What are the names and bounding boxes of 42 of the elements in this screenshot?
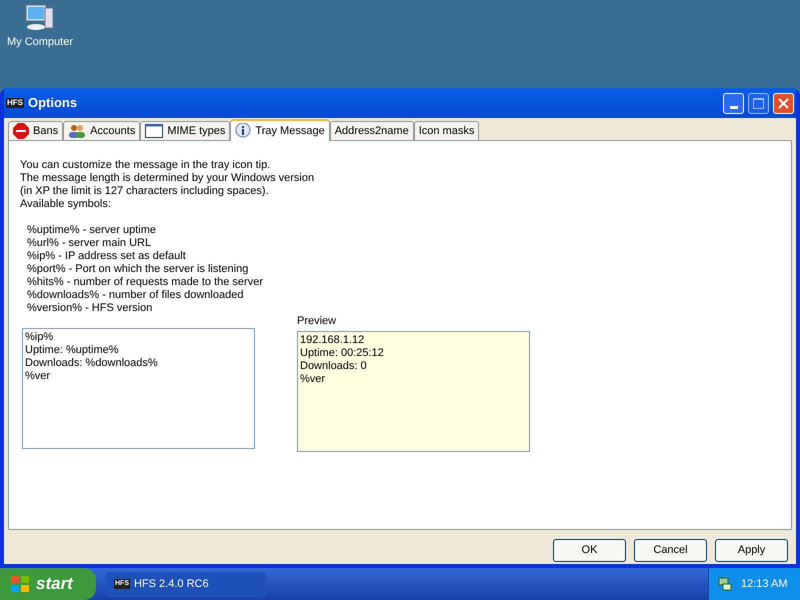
network-icon[interactable] xyxy=(717,576,733,592)
symbol-description: %url% - server main URL xyxy=(27,237,152,250)
windows-logo-icon xyxy=(10,575,30,593)
preview-line: Downloads: 0 xyxy=(300,360,368,373)
app-badge: HFS xyxy=(6,98,24,108)
clock: 12:13 AM xyxy=(741,576,788,592)
tab[interactable]: MIME types xyxy=(140,121,230,140)
preview-line: 192.168.1.12 xyxy=(300,334,366,347)
preview-line: %ver xyxy=(300,373,326,386)
intro-text: You can customize the message in the tray icon tip. xyxy=(20,159,272,172)
intro-text: The message length is determined by your Windows version xyxy=(20,172,316,185)
minimize-button[interactable] xyxy=(723,92,744,114)
tab[interactable]: Icon masks xyxy=(414,121,480,140)
tab[interactable]: Accounts xyxy=(63,121,140,140)
users-icon xyxy=(68,123,86,139)
symbol-description: %hits% - number of requests made to the server xyxy=(27,276,264,289)
minimize-icon xyxy=(730,106,738,108)
close-button[interactable] xyxy=(773,92,794,114)
desktop-icon-label[interactable]: My Computer xyxy=(6,34,74,50)
tab[interactable]: Bans xyxy=(8,121,64,140)
symbol-description: %version% - HFS version xyxy=(27,302,154,315)
close-icon xyxy=(778,98,789,108)
message-editor[interactable]: %ip% Uptime: %uptime% Downloads: %downloads% %ver xyxy=(22,328,255,449)
dialog-button[interactable]: OK xyxy=(553,539,626,562)
dialog-button[interactable]: Apply xyxy=(715,539,788,562)
tab[interactable]: Address2name xyxy=(330,121,414,140)
preview-label: Preview xyxy=(297,315,338,328)
maximize-button[interactable] xyxy=(748,92,769,114)
symbol-description: %uptime% - server uptime xyxy=(27,224,157,237)
maximize-icon xyxy=(753,98,764,108)
symbol-description: %ip% - IP address set as default xyxy=(27,250,187,263)
intro-text: Available symbols: xyxy=(20,198,112,211)
symbol-description: %downloads% - number of files downloaded xyxy=(27,289,244,302)
info-icon xyxy=(235,123,252,139)
window-title: Options xyxy=(28,94,78,112)
window-icon xyxy=(145,124,164,138)
intro-text: (in XP the limit is 127 characters including spaces). xyxy=(20,185,270,198)
dialog-button[interactable]: Cancel xyxy=(634,539,707,562)
preview-line: Uptime: 00:25:12 xyxy=(300,347,385,360)
symbol-description: %port% - Port on which the server is listening xyxy=(27,263,250,276)
start-button[interactable]: start xyxy=(0,568,96,600)
tab[interactable]: Tray Message xyxy=(230,119,330,141)
